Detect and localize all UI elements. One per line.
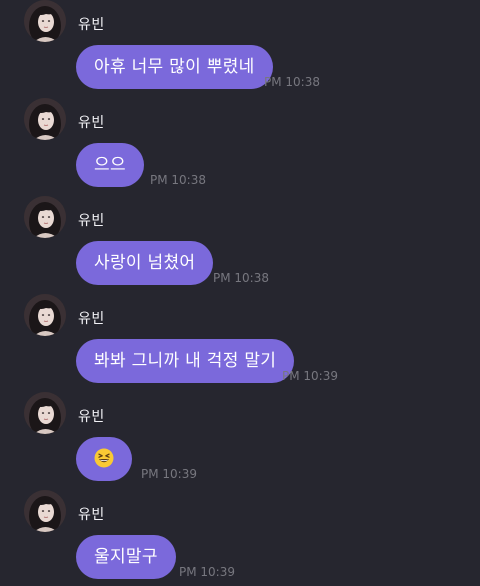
message-timestamp: PM 10:38 — [264, 75, 320, 89]
message-timestamp: PM 10:38 — [213, 271, 269, 285]
avatar[interactable] — [24, 294, 66, 336]
message-group: 유빈 으으 PM 10:38 — [0, 98, 480, 194]
message-timestamp: PM 10:39 — [282, 369, 338, 383]
message-bubble[interactable] — [76, 437, 132, 481]
message-timestamp: PM 10:38 — [150, 173, 206, 187]
message-bubble[interactable]: 으으 — [76, 143, 144, 187]
chat-message-list: 유빈 아휴 너무 많이 뿌렸네 PM 10:38 유빈 으으 PM 10:38 — [0, 0, 480, 586]
message-bubble[interactable]: 아휴 너무 많이 뿌렸네 — [76, 45, 273, 89]
sender-name: 유빈 — [78, 115, 105, 131]
sender-name: 유빈 — [78, 17, 105, 33]
avatar[interactable] — [24, 98, 66, 140]
message-group: 유빈 아휴 너무 많이 뿌렸네 PM 10:38 — [0, 0, 480, 96]
avatar[interactable] — [24, 392, 66, 434]
avatar[interactable] — [24, 0, 66, 42]
sender-name: 유빈 — [78, 507, 105, 523]
message-bubble[interactable]: 사랑이 넘쳤어 — [76, 241, 214, 285]
sender-name: 유빈 — [78, 213, 105, 229]
message-bubble[interactable]: 봐봐 그니까 내 걱정 말기 — [76, 339, 295, 383]
message-group: 유빈 봐봐 그니까 내 걱정 말기 PM 10:39 — [0, 294, 480, 390]
sender-name: 유빈 — [78, 311, 105, 327]
message-timestamp: PM 10:39 — [179, 565, 235, 579]
sender-name: 유빈 — [78, 409, 105, 425]
avatar[interactable] — [24, 490, 66, 532]
grinning-squinting-face-icon — [94, 448, 114, 467]
avatar[interactable] — [24, 196, 66, 238]
message-bubble[interactable]: 울지말구 — [76, 535, 176, 579]
message-group: 유빈 PM 10:39 — [0, 392, 480, 488]
message-group: 유빈 울지말구 PM 10:39 — [0, 490, 480, 586]
message-timestamp: PM 10:39 — [141, 467, 197, 481]
message-group: 유빈 사랑이 넘쳤어 PM 10:38 — [0, 196, 480, 292]
